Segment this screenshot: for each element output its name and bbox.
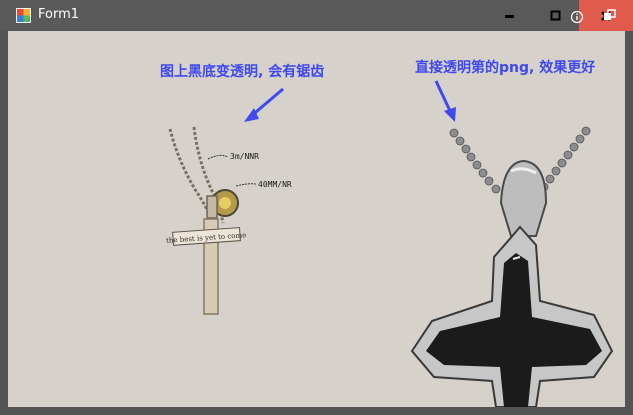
- info-icon[interactable]: [570, 10, 584, 24]
- form-client-area: 图上黑底变透明, 会有锯齿 直接透明第的png, 效果更好 the best i…: [8, 31, 625, 407]
- small-pendant-note-1: 3m/NNR: [230, 152, 259, 161]
- minimize-button[interactable]: [487, 0, 533, 31]
- restore-overlay-icon[interactable]: [603, 9, 617, 23]
- maximize-icon: [550, 10, 561, 20]
- large-cross-pendant-image: [410, 126, 614, 407]
- left-arrow-icon: [244, 87, 284, 122]
- small-cross-pendant-image: the best is yet to come 3m/NNR 40MM/NR: [166, 126, 292, 315]
- minimize-icon: [505, 14, 514, 18]
- window-title: Form1: [38, 7, 80, 22]
- small-pendant-note-2: 40MM/NR: [258, 180, 292, 189]
- app-icon: [16, 8, 31, 23]
- app-window: Form1 图上黑底变透明, 会有锯齿 直接透明第的png, 效果更好 the …: [0, 0, 633, 415]
- canvas-graphics: the best is yet to come 3m/NNR 40MM/NR: [166, 80, 614, 407]
- title-bar[interactable]: Form1: [0, 0, 633, 31]
- right-arrow-icon: [434, 80, 456, 122]
